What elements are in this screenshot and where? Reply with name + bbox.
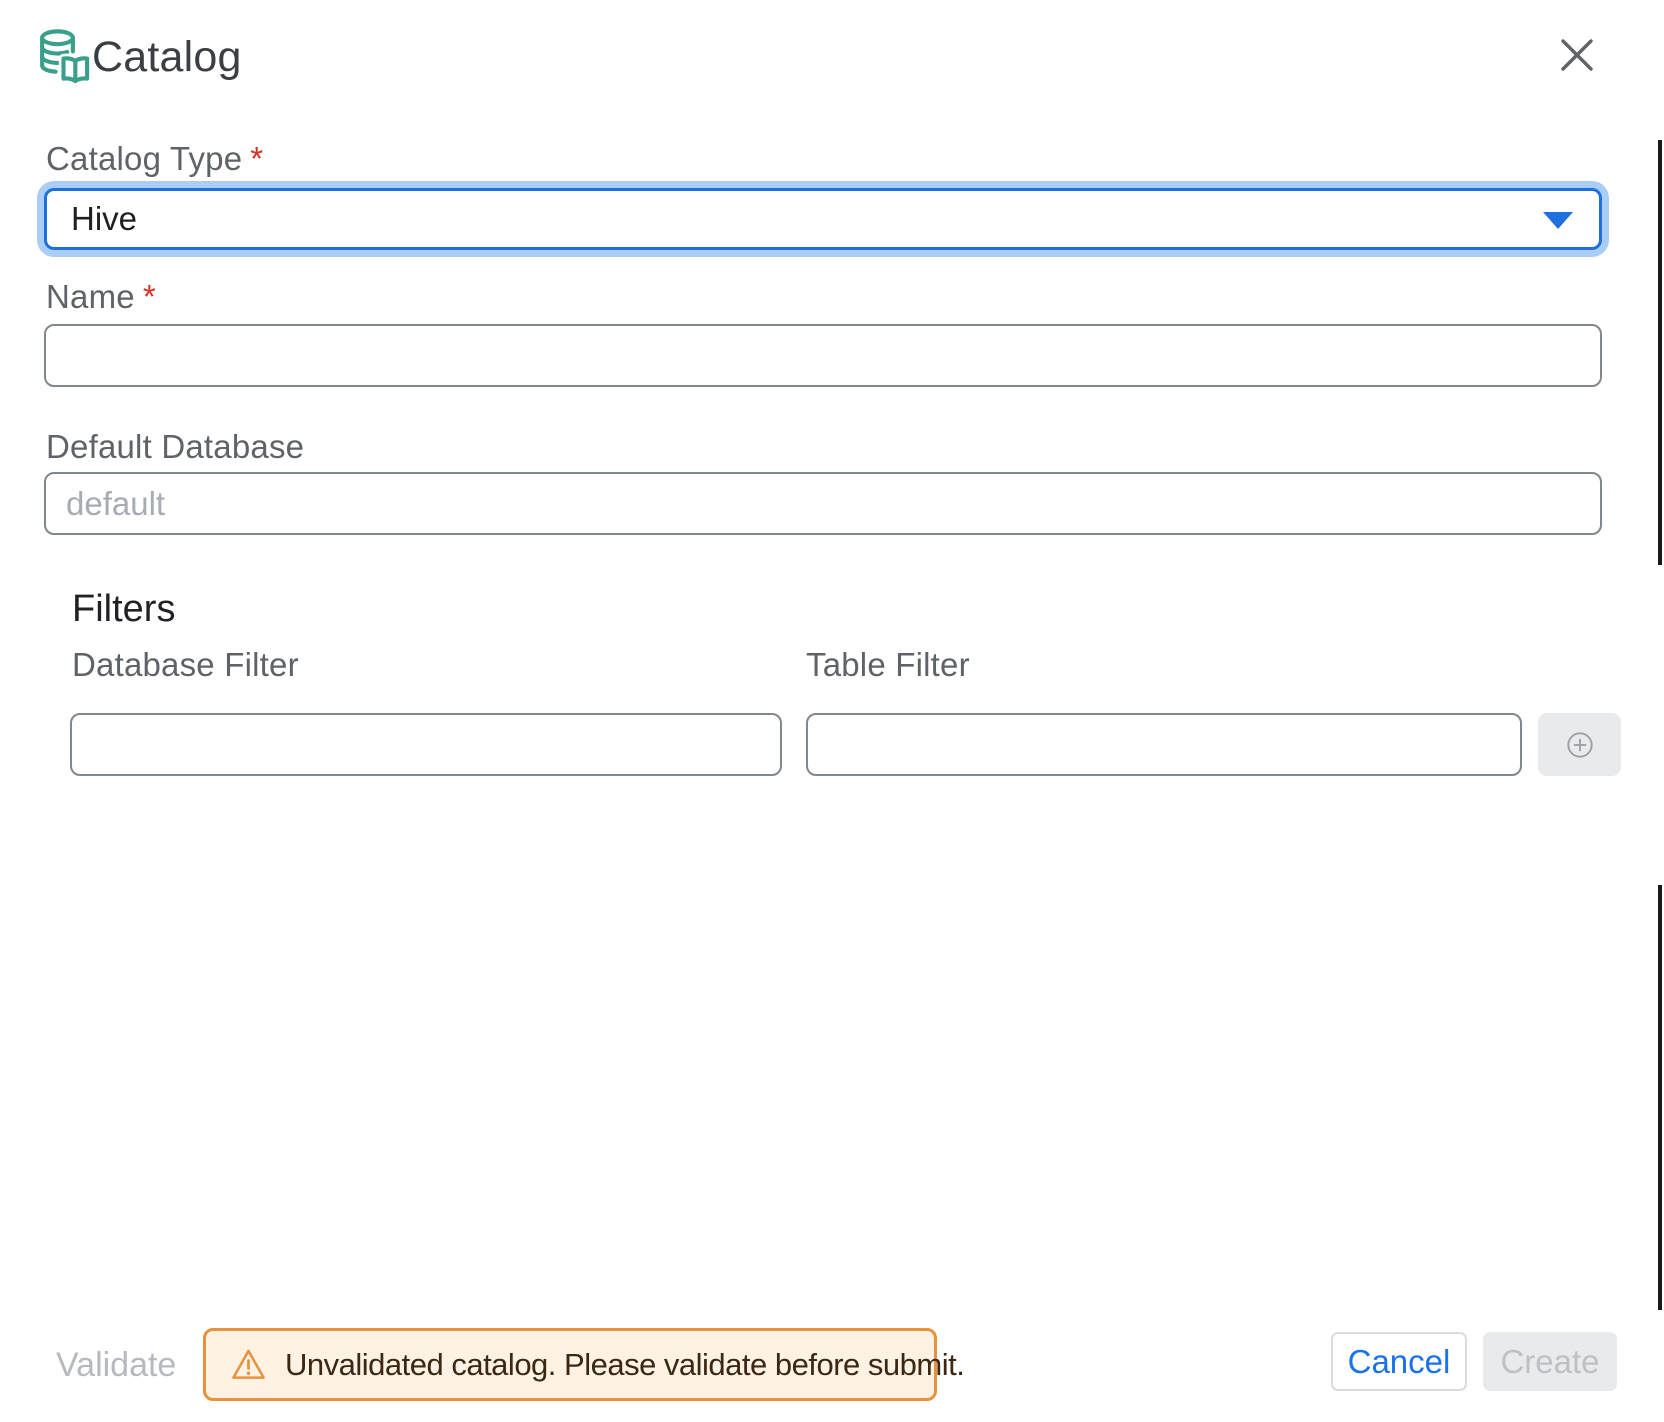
- catalog-type-value: Hive: [71, 200, 137, 238]
- warning-text: Unvalidated catalog. Please validate bef…: [285, 1347, 964, 1383]
- validate-button[interactable]: Validate: [56, 1343, 176, 1387]
- catalog-type-label: Catalog Type*: [46, 140, 263, 178]
- default-database-input[interactable]: [44, 472, 1602, 535]
- dialog-title: Catalog: [92, 30, 242, 84]
- database-filter-label: Database Filter: [72, 646, 299, 684]
- circled-plus-icon: [1566, 731, 1594, 759]
- window-edge-line: [1658, 140, 1662, 565]
- create-button[interactable]: Create: [1483, 1332, 1617, 1391]
- table-filter-label: Table Filter: [806, 646, 970, 684]
- database-filter-input[interactable]: [70, 713, 782, 776]
- catalog-type-select[interactable]: Hive: [44, 188, 1602, 250]
- validation-warning-banner: Unvalidated catalog. Please validate bef…: [203, 1328, 937, 1401]
- name-label: Name*: [46, 278, 156, 316]
- required-asterisk: *: [143, 278, 156, 315]
- default-database-label: Default Database: [46, 428, 304, 466]
- name-input[interactable]: [44, 324, 1602, 387]
- chevron-down-icon: [1543, 212, 1573, 229]
- cancel-button[interactable]: Cancel: [1331, 1332, 1467, 1391]
- close-icon[interactable]: [1552, 30, 1602, 80]
- database-book-icon: [36, 28, 94, 88]
- filters-heading: Filters: [72, 588, 175, 631]
- table-filter-input[interactable]: [806, 713, 1522, 776]
- warning-triangle-icon: [230, 1347, 267, 1382]
- add-filter-button[interactable]: [1538, 713, 1621, 776]
- window-edge-line: [1658, 885, 1662, 1310]
- required-asterisk: *: [250, 140, 263, 177]
